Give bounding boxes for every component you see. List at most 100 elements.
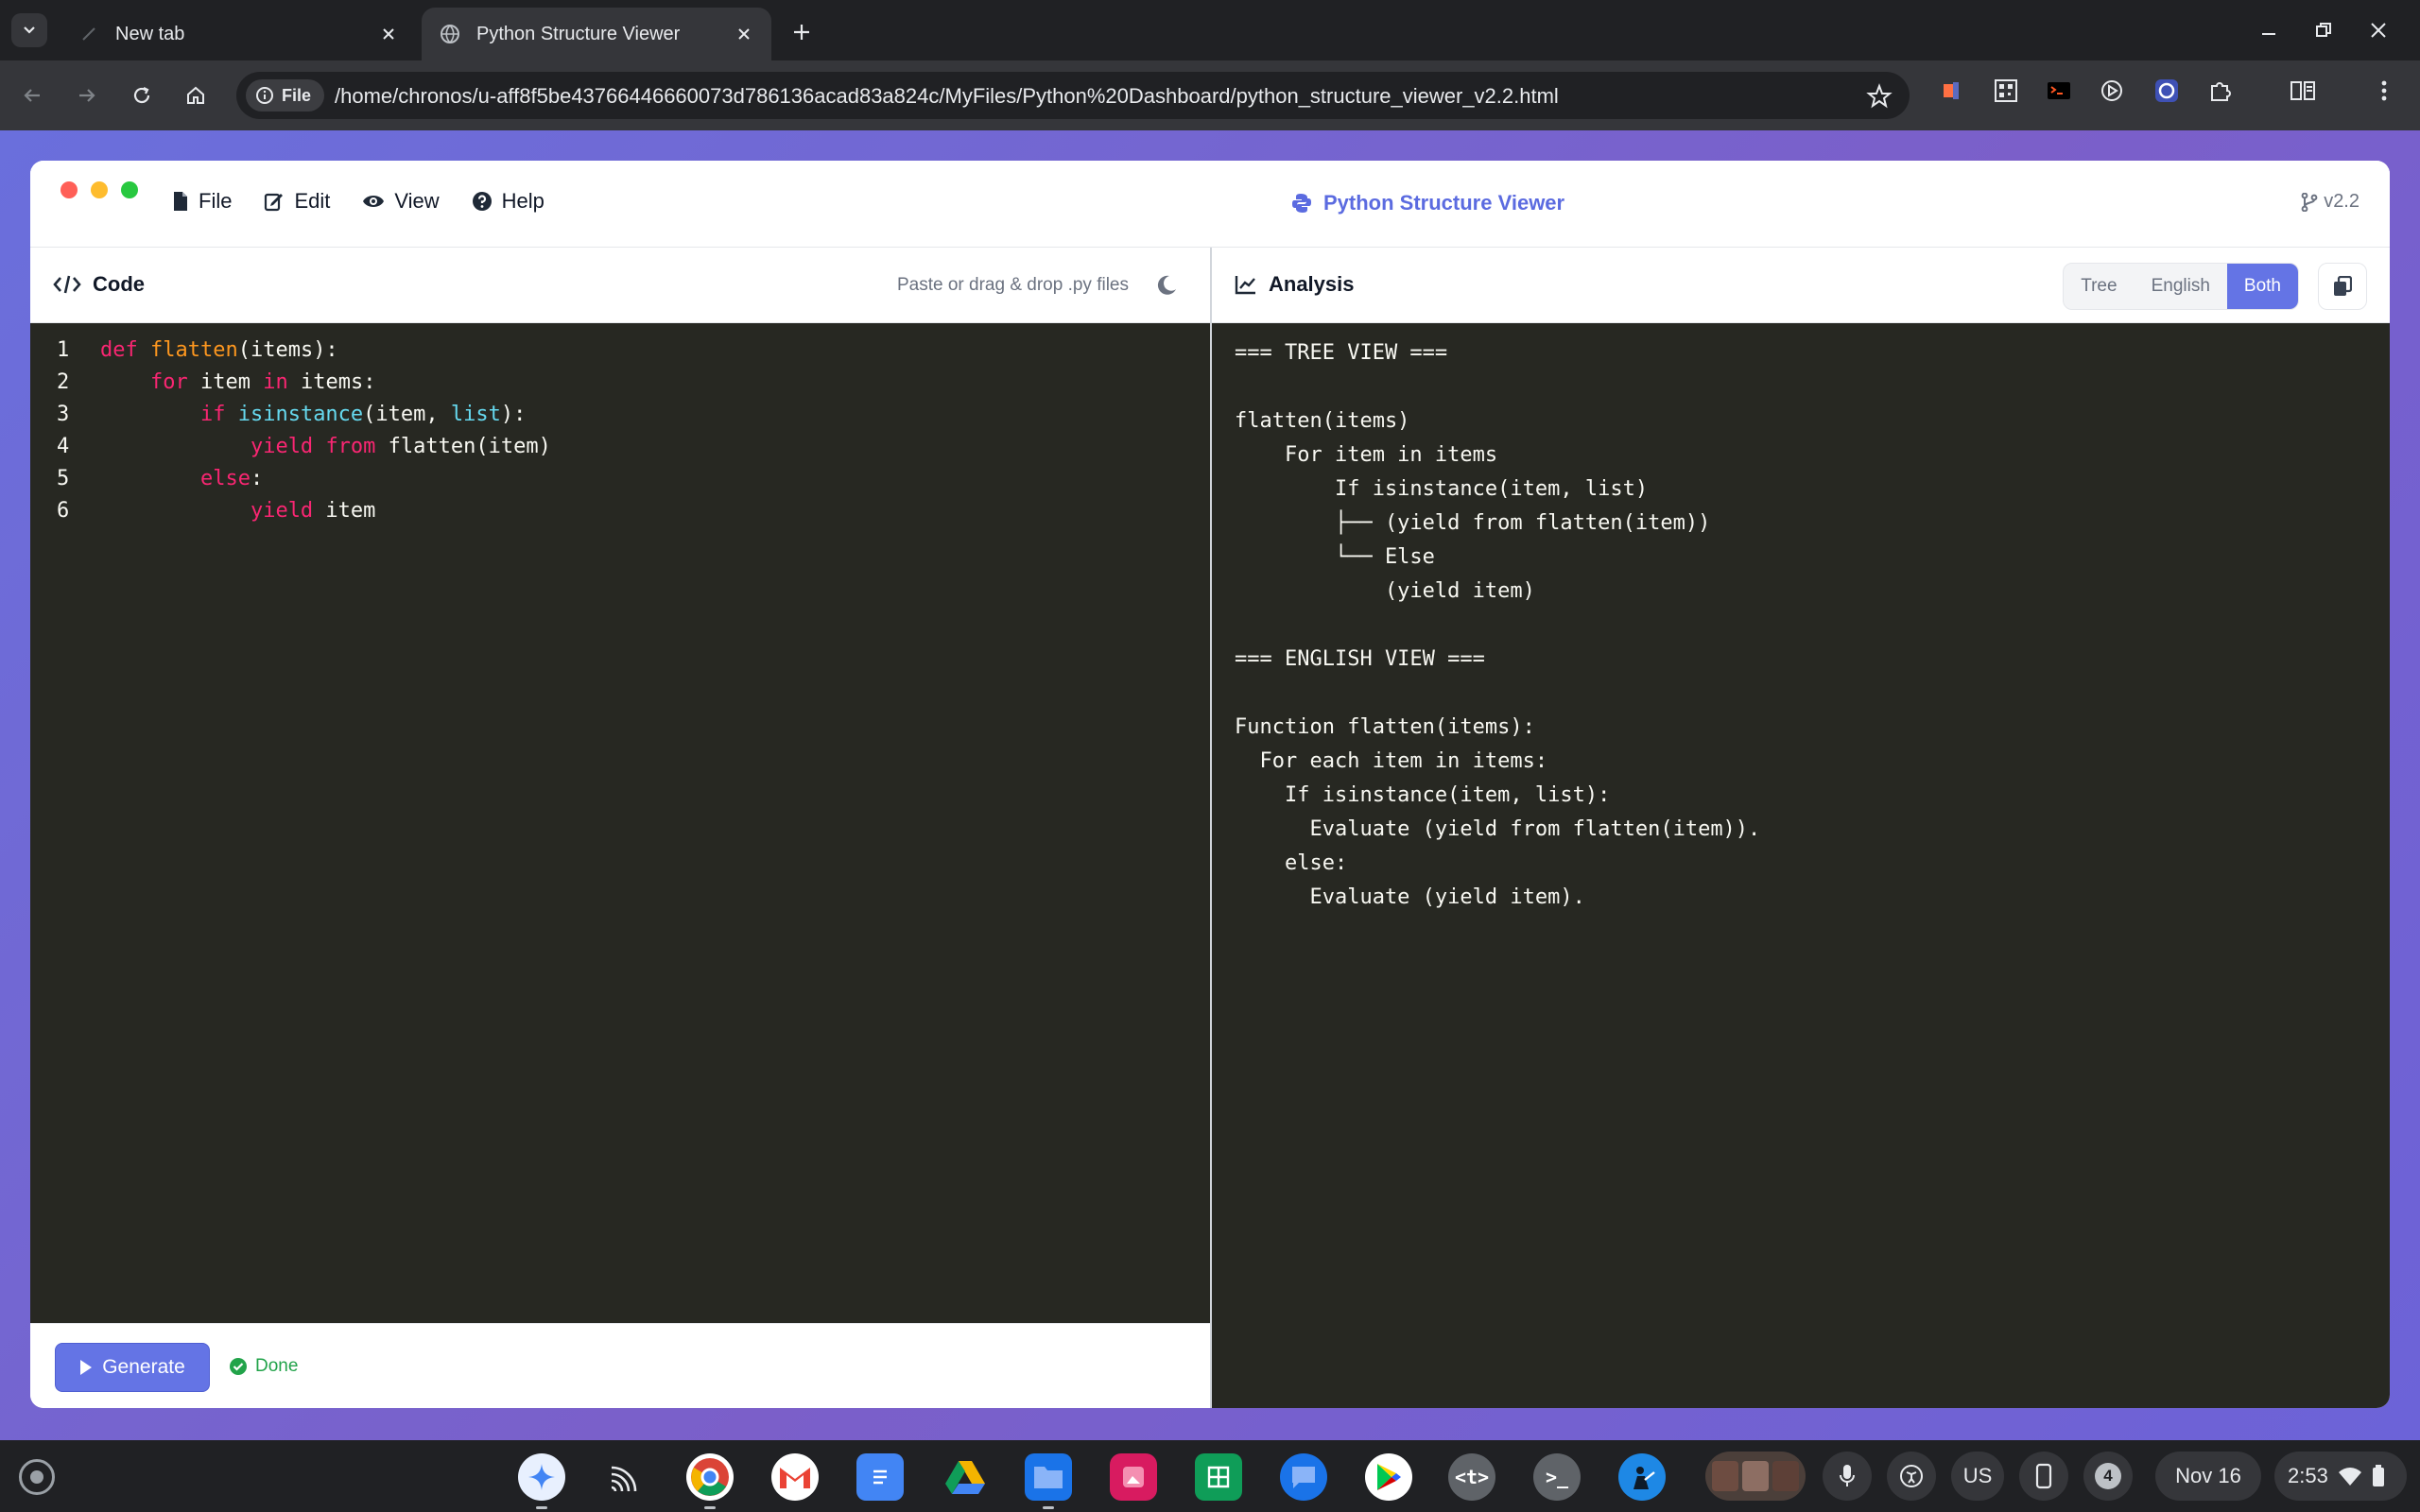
tab-search-button[interactable] [11, 13, 47, 47]
extension-qr-icon[interactable] [1990, 75, 2022, 107]
text-editor-app-icon[interactable]: <t> [1448, 1453, 1495, 1501]
status-tray[interactable]: 2:53 [2274, 1452, 2407, 1501]
messages-app-icon[interactable] [1280, 1453, 1327, 1501]
code-token: : [250, 467, 264, 490]
line-number: 4 [57, 435, 70, 458]
code-line: 5 else: [30, 463, 263, 495]
reader-app-icon[interactable] [1618, 1453, 1666, 1501]
sheets-app-icon[interactable] [1195, 1453, 1242, 1501]
edit-icon [265, 193, 284, 212]
version-text: v2.2 [2324, 191, 2360, 212]
status-indicator: Done [229, 1356, 298, 1377]
play-store-app-icon[interactable] [1365, 1453, 1412, 1501]
minimize-window-button[interactable] [2248, 13, 2290, 47]
launcher-button[interactable] [19, 1459, 55, 1495]
menu-help[interactable]: Help [472, 189, 544, 214]
extension-audio-icon[interactable] [1936, 75, 1968, 107]
file-icon [174, 192, 187, 211]
tab-python-structure-viewer[interactable]: Python Structure Viewer [422, 8, 771, 60]
close-window-button[interactable] [2358, 13, 2399, 47]
docs-app-icon[interactable] [856, 1453, 904, 1501]
running-indicator [536, 1506, 547, 1509]
output-line: └── Else [1235, 545, 1435, 569]
mode-tree-button[interactable]: Tree [2064, 264, 2134, 309]
date-indicator[interactable]: Nov 16 [2155, 1452, 2261, 1501]
site-info-chip[interactable]: File [246, 79, 325, 112]
minimize-icon [2262, 33, 2275, 35]
gmail-app-icon[interactable] [771, 1453, 819, 1501]
home-button[interactable] [179, 78, 213, 112]
recent-screenshot-thumbnail[interactable] [1705, 1452, 1806, 1501]
notification-count: 4 [2095, 1463, 2121, 1489]
drop-hint: Paste or drag & drop .py files [896, 275, 1129, 295]
output-line: For item in items [1235, 443, 1498, 467]
running-indicator [704, 1506, 716, 1509]
extension-circle-icon[interactable] [2151, 75, 2183, 107]
close-tab-icon[interactable] [374, 20, 403, 48]
extension-play-icon[interactable] [2096, 75, 2128, 107]
menu-view[interactable]: View [362, 189, 440, 214]
gallery-app-icon[interactable] [1110, 1453, 1157, 1501]
code-token: item [313, 499, 376, 523]
reload-button[interactable] [125, 78, 159, 112]
menu-file[interactable]: File [172, 189, 232, 214]
extension-terminal-icon[interactable] [2043, 75, 2075, 107]
code-pane-footer: Generate Done [30, 1323, 1210, 1408]
analysis-output: === TREE VIEW === flatten(items) For item… [1212, 323, 2390, 1408]
code-editor[interactable]: 1 def flatten(items): 2 for item in items:… [30, 323, 1210, 1323]
forward-button[interactable] [70, 78, 104, 112]
gemini-app-icon[interactable] [518, 1453, 565, 1501]
chevron-down-icon [24, 26, 35, 34]
maximize-dot[interactable] [121, 181, 138, 198]
line-number: 3 [57, 403, 70, 426]
code-token: flatten [150, 338, 238, 362]
address-bar[interactable]: File /home/chronos/u-aff8f5be43766446660… [236, 72, 1910, 119]
browser-menu-icon[interactable] [2368, 75, 2400, 107]
code-icon [53, 275, 81, 294]
moon-icon[interactable] [1155, 274, 1178, 297]
reading-mode-icon[interactable] [2287, 75, 2319, 107]
app-title: Python Structure Viewer [1291, 191, 1564, 215]
code-line: 4 yield from flatten(item) [30, 431, 551, 463]
accessibility-icon[interactable] [1887, 1452, 1936, 1501]
phone-hub-icon[interactable] [2019, 1452, 2068, 1501]
copy-icon [2334, 276, 2352, 296]
cast-app-icon[interactable] [601, 1453, 648, 1501]
back-button[interactable] [15, 78, 49, 112]
os-shelf: <t> >_ US 4 Nov 16 2:53 [0, 1440, 2420, 1512]
files-app-icon[interactable] [1025, 1453, 1072, 1501]
mode-english-button[interactable]: English [2135, 264, 2227, 309]
extensions-puzzle-icon[interactable] [2204, 75, 2237, 107]
line-number: 2 [57, 370, 70, 394]
code-token: (items): [237, 338, 338, 362]
close-tab-icon[interactable] [730, 20, 758, 48]
microphone-icon[interactable] [1823, 1452, 1872, 1501]
close-dot[interactable] [60, 181, 78, 198]
minimize-dot[interactable] [91, 181, 108, 198]
code-line: 2 for item in items: [30, 367, 375, 399]
chrome-app-icon[interactable] [686, 1453, 734, 1501]
drive-app-icon[interactable] [942, 1453, 989, 1501]
menu-edit[interactable]: Edit [264, 189, 330, 214]
terminal-app-icon[interactable]: >_ [1533, 1453, 1581, 1501]
bookmark-star-icon[interactable] [1866, 83, 1893, 110]
tab-new-tab[interactable]: New tab [60, 8, 416, 60]
restore-window-button[interactable] [2303, 13, 2344, 47]
mode-both-button[interactable]: Both [2226, 264, 2298, 309]
url-text[interactable]: /home/chronos/u-aff8f5be43766446660073d7… [335, 84, 1559, 109]
copy-button[interactable] [2318, 263, 2367, 310]
notification-count-badge[interactable]: 4 [2083, 1452, 2133, 1501]
ime-indicator[interactable]: US [1951, 1452, 2004, 1501]
output-line: (yield item) [1235, 579, 1535, 603]
generate-button[interactable]: Generate [55, 1343, 210, 1392]
output-line: === ENGLISH VIEW === [1235, 647, 1485, 671]
new-tab-icon [78, 23, 100, 45]
new-tab-button[interactable] [785, 15, 819, 49]
arrow-left-icon [24, 89, 40, 102]
output-line: ├── (yield from flatten(item)) [1235, 511, 1711, 535]
menu-bar: File Edit View Help [172, 189, 544, 214]
wifi-icon [2338, 1468, 2361, 1486]
